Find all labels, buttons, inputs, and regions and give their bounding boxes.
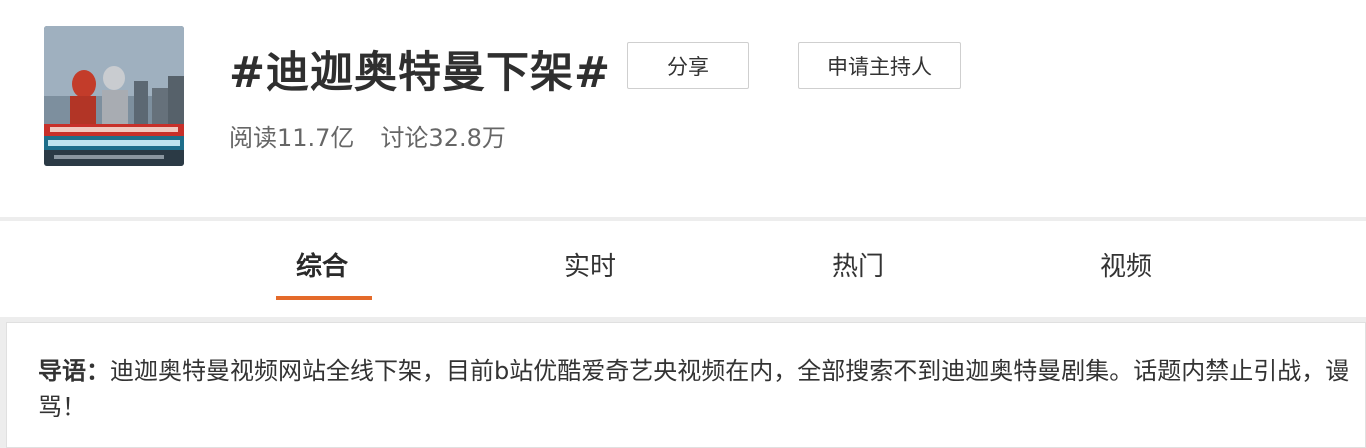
intro-lead-label: 导语： <box>38 357 110 385</box>
topic-intro: 导语：迪迦奥特曼视频网站全线下架，目前b站优酷爱奇艺央视频在内，全部搜索不到迪迦… <box>38 353 1360 425</box>
topic-stats: 阅读11.7亿 讨论32.8万 <box>229 118 506 153</box>
tab-hot[interactable]: 热门 <box>832 246 884 283</box>
tab-realtime[interactable]: 实时 <box>564 246 616 283</box>
tab-bar: 综合 实时 热门 视频 <box>0 221 1366 317</box>
topic-intro-card: 导语：迪迦奥特曼视频网站全线下架，目前b站优酷爱奇艺央视频在内，全部搜索不到迪迦… <box>6 322 1366 448</box>
active-tab-indicator <box>276 296 372 300</box>
intro-text: 迪迦奥特曼视频网站全线下架，目前b站优酷爱奇艺央视频在内，全部搜索不到迪迦奥特曼… <box>38 357 1350 421</box>
tab-comprehensive[interactable]: 综合 <box>296 246 348 283</box>
discussion-count: 讨论32.8万 <box>380 124 506 152</box>
apply-host-button[interactable]: 申请主持人 <box>798 42 961 89</box>
share-button[interactable]: 分享 <box>627 42 749 89</box>
topic-header: #迪迦奥特曼下架# 分享 申请主持人 阅读11.7亿 讨论32.8万 <box>0 0 1366 217</box>
read-count: 阅读11.7亿 <box>229 124 355 152</box>
topic-thumbnail[interactable] <box>44 26 184 166</box>
page-title: #迪迦奥特曼下架# <box>229 48 612 98</box>
video-thumbnail-image <box>44 26 184 166</box>
tab-video[interactable]: 视频 <box>1100 246 1152 283</box>
